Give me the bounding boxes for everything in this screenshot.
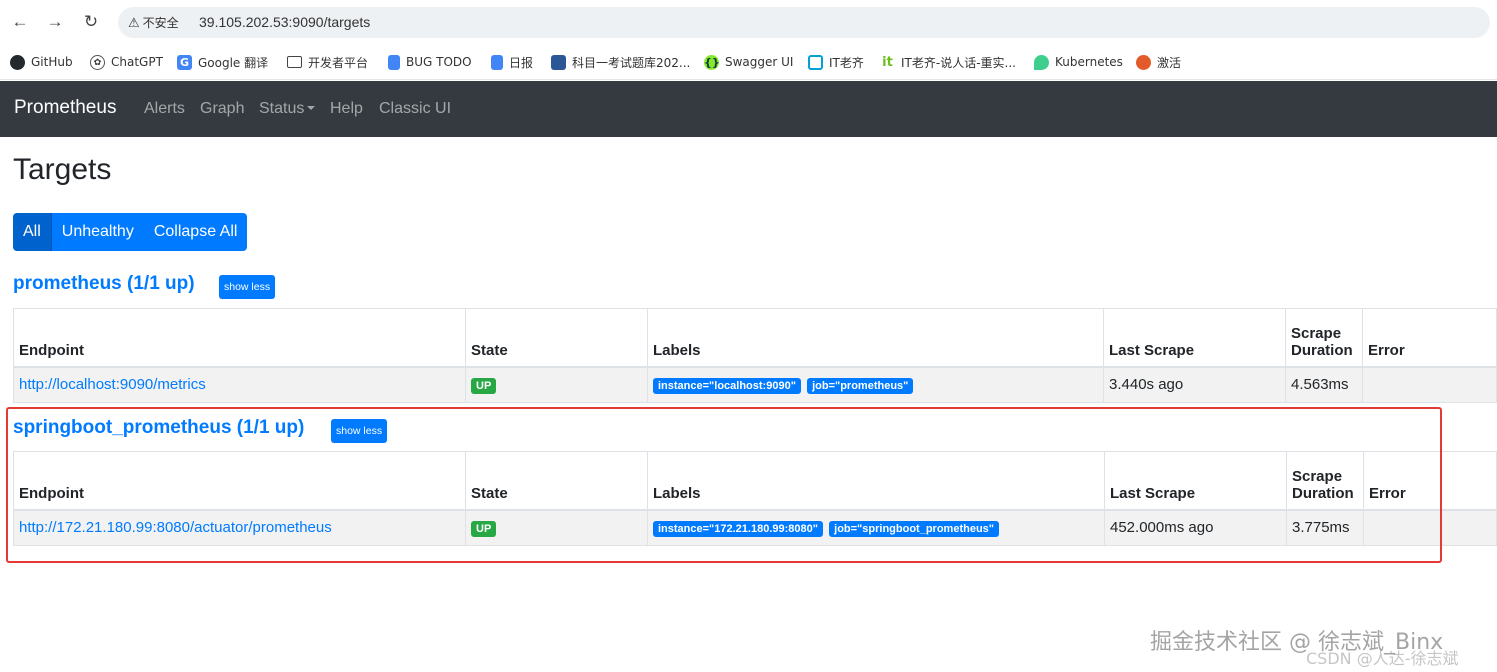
- show-less-button[interactable]: show less: [331, 419, 388, 443]
- nav-help[interactable]: Help: [330, 100, 363, 118]
- github-icon: [10, 54, 25, 70]
- label-badge: job="prometheus": [807, 377, 914, 394]
- bookmark-developer-platform[interactable]: 开发者平台: [287, 53, 368, 71]
- bilibili-icon: [808, 54, 823, 70]
- forward-arrow-icon[interactable]: →: [44, 11, 66, 33]
- doc-icon: [388, 54, 400, 70]
- it-icon: it: [880, 54, 895, 70]
- bookmark-swagger[interactable]: {} Swagger UI: [704, 53, 793, 71]
- col-last-scrape: Last Scrape: [1104, 451, 1287, 511]
- error-cell: [1362, 366, 1497, 403]
- show-less-button[interactable]: show less: [219, 275, 276, 299]
- filter-all-button[interactable]: All: [13, 213, 52, 251]
- browser-toolbar: ← → ↻ ⚠ 不安全 39.105.202.53:9090/targets: [0, 0, 1497, 44]
- targets-table: Endpoint State Labels Last Scrape Scrape…: [13, 308, 1497, 403]
- col-scrape-duration: Scrape Duration: [1286, 451, 1364, 511]
- status-badge: UP: [471, 520, 497, 537]
- bookmark-kubernetes[interactable]: Kubernetes: [1034, 53, 1123, 71]
- bookmark-github[interactable]: GitHub: [10, 53, 73, 71]
- swagger-icon: {}: [704, 54, 720, 70]
- col-endpoint: Endpoint: [13, 451, 466, 511]
- targets-table: Endpoint State Labels Last Scrape Scrape…: [13, 451, 1497, 546]
- security-indicator[interactable]: ⚠ 不安全: [128, 14, 179, 31]
- filter-button-group: All Unhealthy Collapse All: [13, 213, 248, 251]
- bookmark-chatgpt[interactable]: ✿ ChatGPT: [90, 53, 163, 71]
- warning-icon: ⚠: [128, 16, 140, 31]
- job-title-springboot-prometheus[interactable]: springboot_prometheus (1/1 up): [13, 417, 304, 439]
- endpoint-cell: http://localhost:9090/metrics: [13, 366, 466, 403]
- reload-icon[interactable]: ↻: [80, 11, 102, 33]
- col-state: State: [465, 308, 648, 368]
- doc-icon: [491, 54, 503, 70]
- col-error: Error: [1363, 451, 1497, 511]
- col-error: Error: [1362, 308, 1497, 368]
- last-scrape-cell: 452.000ms ago: [1104, 509, 1287, 546]
- nav-status[interactable]: Status: [259, 100, 316, 118]
- error-cell: [1363, 509, 1497, 546]
- status-badge: UP: [471, 377, 497, 394]
- bookmark-it-laoqi-talk[interactable]: it IT老齐-说人话-重实...: [880, 53, 1016, 71]
- brand-link[interactable]: Prometheus: [14, 97, 116, 119]
- job-title-prometheus[interactable]: prometheus (1/1 up): [13, 273, 195, 295]
- col-endpoint: Endpoint: [13, 308, 466, 368]
- table-header-row: Endpoint State Labels Last Scrape Scrape…: [13, 451, 1497, 511]
- table-row: http://172.21.180.99:8080/actuator/prome…: [13, 509, 1497, 546]
- col-labels: Labels: [647, 308, 1104, 368]
- translate-icon: G: [177, 54, 192, 70]
- bookmark-exam-bank[interactable]: 科目一考试题库202...: [551, 53, 690, 71]
- bookmarks-bar: GitHub ✿ ChatGPT G Google 翻译 开发者平台 BUG TOD…: [0, 44, 1497, 80]
- prometheus-navbar: Prometheus Alerts Graph Status Help Clas…: [0, 81, 1497, 137]
- url-text[interactable]: 39.105.202.53:9090/targets: [199, 14, 370, 30]
- chevron-down-icon: [307, 106, 316, 110]
- collapse-all-button[interactable]: Collapse All: [143, 213, 248, 251]
- label-badge: job="springboot_prometheus": [829, 520, 999, 537]
- bookmark-bug-todo[interactable]: BUG TODO: [388, 53, 472, 71]
- endpoint-link[interactable]: http://localhost:9090/metrics: [19, 376, 206, 393]
- filter-unhealthy-button[interactable]: Unhealthy: [51, 213, 144, 251]
- back-arrow-icon[interactable]: ←: [9, 11, 31, 33]
- kubernetes-icon: [1034, 54, 1049, 70]
- labels-cell: instance="localhost:9090" job="prometheu…: [647, 366, 1104, 403]
- nav-status-label: Status: [259, 100, 305, 117]
- state-cell: UP: [465, 366, 648, 403]
- page-title: Targets: [13, 153, 112, 186]
- endpoint-link[interactable]: http://172.21.180.99:8080/actuator/prome…: [19, 519, 332, 536]
- nav-classic-ui[interactable]: Classic UI: [379, 100, 451, 118]
- endpoint-cell: http://172.21.180.99:8080/actuator/prome…: [13, 509, 466, 546]
- nav-graph[interactable]: Graph: [200, 100, 244, 118]
- folder-icon: [287, 56, 302, 68]
- table-header-row: Endpoint State Labels Last Scrape Scrape…: [13, 308, 1497, 368]
- car-icon: [551, 54, 566, 70]
- duration-cell: 3.775ms: [1286, 509, 1364, 546]
- col-state: State: [465, 451, 648, 511]
- duration-cell: 4.563ms: [1285, 366, 1363, 403]
- chatgpt-icon: ✿: [90, 54, 105, 70]
- labels-cell: instance="172.21.180.99:8080" job="sprin…: [647, 509, 1105, 546]
- col-last-scrape: Last Scrape: [1103, 308, 1286, 368]
- label-badge: instance="localhost:9090": [653, 377, 801, 394]
- bookmark-it-laoqi[interactable]: IT老齐: [808, 53, 864, 71]
- bookmark-google-translate[interactable]: G Google 翻译: [177, 53, 268, 71]
- nav-alerts[interactable]: Alerts: [144, 100, 185, 118]
- table-row: http://localhost:9090/metrics UP instanc…: [13, 366, 1497, 403]
- activate-icon: [1136, 54, 1151, 70]
- bookmark-daily-report[interactable]: 日报: [491, 53, 533, 71]
- last-scrape-cell: 3.440s ago: [1103, 366, 1286, 403]
- watermark-csdn: CSDN @人达-徐志斌: [1306, 649, 1459, 668]
- col-scrape-duration: Scrape Duration: [1285, 308, 1363, 368]
- state-cell: UP: [465, 509, 648, 546]
- label-badge: instance="172.21.180.99:8080": [653, 520, 823, 537]
- bookmark-activate[interactable]: 激活: [1136, 53, 1181, 71]
- address-bar[interactable]: ⚠ 不安全 39.105.202.53:9090/targets: [118, 7, 1490, 38]
- col-labels: Labels: [647, 451, 1105, 511]
